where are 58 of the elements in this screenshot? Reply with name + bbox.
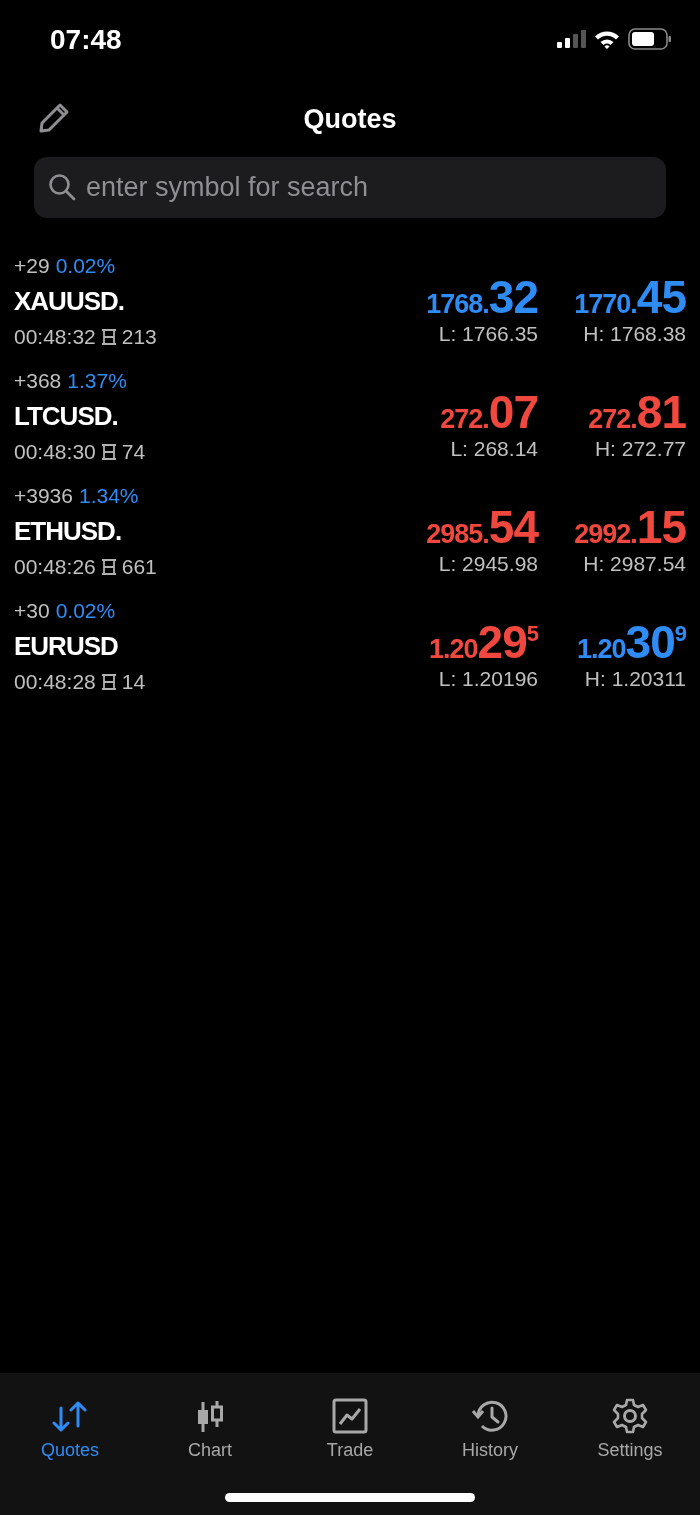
- high-price: H: 2987.54: [583, 552, 686, 576]
- ask-price[interactable]: 1.2030$^{9}$: [577, 615, 686, 665]
- screen-title: Quotes: [303, 103, 397, 135]
- spread-icon: [100, 443, 117, 461]
- tab-item[interactable]: Quotes: [0, 1389, 140, 1461]
- spread-value: 213: [121, 325, 157, 349]
- high-price: H: 1768.38: [583, 322, 686, 346]
- bid-price[interactable]: 1768.32: [426, 270, 538, 320]
- spread-value: 661: [121, 555, 157, 579]
- history-icon: [471, 1398, 509, 1434]
- change-points: +30: [14, 599, 50, 623]
- low-price: L: 268.14: [450, 437, 538, 461]
- arrows-icon: [52, 1400, 88, 1434]
- pencil-icon[interactable]: [38, 102, 70, 134]
- spread-value: 14: [121, 670, 146, 694]
- status-time: 07:48: [50, 24, 122, 56]
- spread-icon: [100, 673, 117, 691]
- tab-item[interactable]: Trade: [280, 1389, 420, 1461]
- quote-time: 00:48:28: [14, 670, 96, 694]
- quote-time: 00:48:30: [14, 440, 96, 464]
- low-price: L: 2945.98: [438, 552, 538, 576]
- ask-price[interactable]: 2992.15: [574, 500, 686, 550]
- candlestick-icon: [196, 1400, 224, 1434]
- change-percent: 0.02%: [55, 599, 116, 623]
- symbol-name[interactable]: LTCUSD.: [14, 395, 118, 437]
- tab-item[interactable]: History: [420, 1389, 560, 1461]
- quote-time: 00:48:26: [14, 555, 96, 579]
- quote-time: 00:48:32: [14, 325, 96, 349]
- bid-price[interactable]: 272.07: [440, 385, 538, 435]
- change-percent: 1.37%: [67, 369, 127, 393]
- signal-icon: [556, 30, 586, 48]
- symbol-name[interactable]: ETHUSD.: [14, 510, 122, 552]
- bid-price[interactable]: 1.2029$^{5}$: [429, 615, 538, 665]
- spread-value: 74: [121, 440, 146, 464]
- settings-icon: [612, 1398, 648, 1434]
- tab-item[interactable]: Settings: [560, 1389, 700, 1461]
- line-chart-icon: [332, 1398, 368, 1434]
- tab-item[interactable]: Chart: [140, 1389, 280, 1461]
- high-price: H: 1.20311: [584, 667, 686, 691]
- search-field[interactable]: enter symbol for search: [34, 157, 666, 218]
- change-points: +29: [14, 254, 50, 278]
- high-price: H: 272.77: [594, 437, 686, 461]
- ask-price[interactable]: 1770.45: [574, 270, 686, 320]
- change-points: +368: [14, 369, 62, 393]
- symbol-name[interactable]: XAUUSD.: [14, 280, 124, 322]
- symbol-name[interactable]: EURUSD: [14, 625, 118, 667]
- low-price: L: 1.20196: [438, 667, 538, 691]
- search-icon: [48, 173, 76, 201]
- change-percent: 1.34%: [79, 484, 139, 508]
- change-percent: 0.02%: [55, 254, 116, 278]
- spread-icon: [100, 558, 117, 576]
- low-price: L: 1766.35: [438, 322, 538, 346]
- ask-price[interactable]: 272.81: [588, 385, 686, 435]
- wifi-icon: [594, 29, 620, 49]
- change-points: +3936: [14, 484, 73, 508]
- bid-price[interactable]: 2985.54: [426, 500, 538, 550]
- spread-icon: [100, 328, 117, 346]
- battery-icon: [628, 28, 672, 50]
